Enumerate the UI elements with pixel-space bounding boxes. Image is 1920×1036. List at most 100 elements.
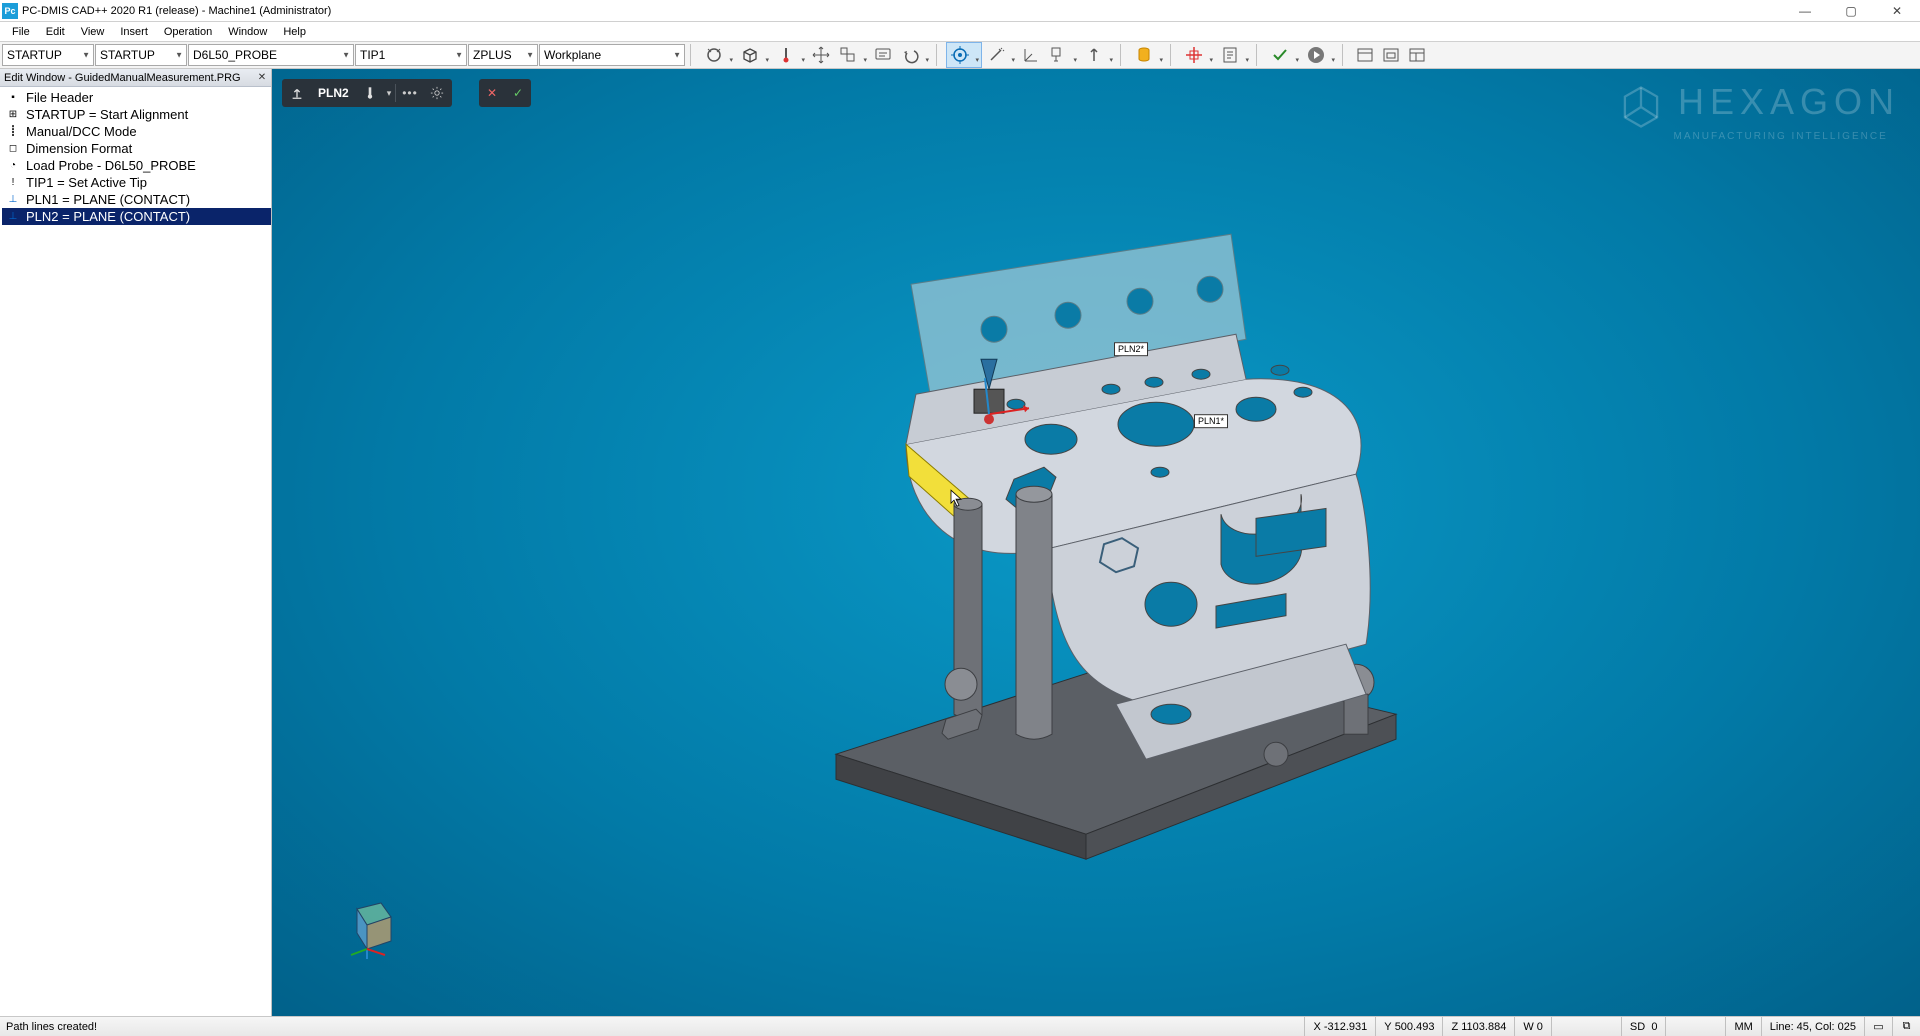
tree-item: ◻Dimension Format xyxy=(2,140,271,157)
callout-pln1[interactable]: PLN1* xyxy=(1194,414,1228,428)
toolbar-separator xyxy=(936,44,942,66)
tb-undo-icon[interactable]: ▾ xyxy=(896,42,932,68)
feature-floatbar: PLN2 ▾ ••• xyxy=(282,79,452,107)
status-sd: SD 0 xyxy=(1621,1017,1666,1036)
app-icon: Pc xyxy=(2,3,18,19)
floatbar-cancel-icon[interactable]: ✕ xyxy=(479,81,505,105)
tb-window1-icon[interactable] xyxy=(1352,42,1378,68)
status-coord-z: Z 1103.884 xyxy=(1442,1017,1514,1036)
combo-probe[interactable]: D6L50_PROBE▼ xyxy=(188,44,354,66)
edit-window-header[interactable]: Edit Window - GuidedManualMeasurement.PR… xyxy=(0,69,271,87)
floatbar-more-icon[interactable]: ••• xyxy=(396,81,424,105)
edit-window-close-icon[interactable]: ✕ xyxy=(255,70,269,84)
tree-item: ◔Load Probe - D6L50_PROBE xyxy=(2,157,271,174)
menu-window[interactable]: Window xyxy=(220,24,275,40)
status-blank xyxy=(1551,1017,1621,1036)
main-area: Edit Window - GuidedManualMeasurement.PR… xyxy=(0,69,1920,1016)
menu-file[interactable]: File xyxy=(4,24,38,40)
menu-insert[interactable]: Insert xyxy=(112,24,156,40)
close-button[interactable]: ✕ xyxy=(1874,0,1920,22)
tb-datum-icon[interactable]: ▾ xyxy=(1044,42,1080,68)
minimize-button[interactable]: — xyxy=(1782,0,1828,22)
floatbar-accept-icon[interactable]: ✓ xyxy=(505,81,531,105)
combo-workplane[interactable]: Workplane▼ xyxy=(539,44,685,66)
combo-workplane-axis[interactable]: ZPLUS▼ xyxy=(468,44,538,66)
tree-item: ⊞STARTUP = Start Alignment xyxy=(2,106,271,123)
plane-icon: ⊥ xyxy=(6,193,20,207)
tb-comment-icon[interactable] xyxy=(870,42,896,68)
menu-edit[interactable]: Edit xyxy=(38,24,73,40)
feature-floatbar-actions: ✕ ✓ xyxy=(479,79,531,107)
combo-alignment-2[interactable]: STARTUP▼ xyxy=(95,44,187,66)
mode-icon: ┋ xyxy=(6,125,20,139)
tb-move-icon[interactable] xyxy=(808,42,834,68)
file-icon: ▪ xyxy=(6,91,20,105)
tb-window2-icon[interactable] xyxy=(1378,42,1404,68)
probe-icon: ◔ xyxy=(6,159,20,173)
maximize-button[interactable]: ▢ xyxy=(1828,0,1874,22)
align-icon: ⊞ xyxy=(6,108,20,122)
plane-icon: ⊥ xyxy=(6,210,20,224)
status-message: Path lines created! xyxy=(0,1021,1304,1033)
title-bar: Pc PC-DMIS CAD++ 2020 R1 (release) - Mac… xyxy=(0,0,1920,22)
tree-item: ⊥PLN1 = PLANE (CONTACT) xyxy=(2,191,271,208)
tip-icon: ! xyxy=(6,176,20,190)
tree-item-selected: ⊥PLN2 = PLANE (CONTACT) xyxy=(2,208,271,225)
menu-help[interactable]: Help xyxy=(275,24,314,40)
combo-alignment-1[interactable]: STARTUP▼ xyxy=(2,44,94,66)
status-coord-y: Y 500.493 xyxy=(1375,1017,1442,1036)
status-coord-x: X -312.931 xyxy=(1304,1017,1375,1036)
menu-bar: File Edit View Insert Operation Window H… xyxy=(0,22,1920,42)
tb-align-icon[interactable]: ▾ xyxy=(834,42,870,68)
tb-window3-icon[interactable] xyxy=(1404,42,1430,68)
toolbar-separator xyxy=(1256,44,1262,66)
status-blank2 xyxy=(1665,1017,1725,1036)
dim-icon: ◻ xyxy=(6,142,20,156)
tb-feature-icon[interactable]: ▾ xyxy=(700,42,736,68)
toolbar-separator xyxy=(690,44,696,66)
cad-viewport[interactable]: PLN2 ▾ ••• ✕ ✓ HEXAGON MANUFACTURING INT… xyxy=(272,69,1920,1016)
window-title: PC-DMIS CAD++ 2020 R1 (release) - Machin… xyxy=(22,5,1782,17)
tb-probe-icon[interactable]: ▾ xyxy=(772,42,808,68)
cad-model[interactable]: PLN2* PLN1* xyxy=(716,214,1476,899)
menu-operation[interactable]: Operation xyxy=(156,24,220,40)
toolbar-separator xyxy=(1120,44,1126,66)
view-cube-icon[interactable] xyxy=(337,891,407,966)
status-units[interactable]: MM xyxy=(1725,1017,1760,1036)
callout-pln2[interactable]: PLN2* xyxy=(1114,342,1148,356)
status-btn1[interactable]: ▭ xyxy=(1864,1017,1892,1036)
floatbar-feature-name[interactable]: PLN2 xyxy=(310,81,357,105)
tb-target-icon[interactable]: ▾ xyxy=(946,42,982,68)
menu-view[interactable]: View xyxy=(73,24,113,40)
tb-check-icon[interactable]: ▾ xyxy=(1266,42,1302,68)
tb-uparrow-icon[interactable]: ▾ xyxy=(1080,42,1116,68)
status-btn2[interactable]: ⧉ xyxy=(1892,1017,1920,1036)
tb-grid-icon[interactable]: ▾ xyxy=(1180,42,1216,68)
status-line-col: Line: 45, Col: 025 xyxy=(1761,1017,1864,1036)
tb-cylinder-icon[interactable]: ▾ xyxy=(1130,42,1166,68)
tb-report-icon[interactable]: ▾ xyxy=(1216,42,1252,68)
tb-play-icon[interactable]: ▾ xyxy=(1302,42,1338,68)
edit-window-panel: Edit Window - GuidedManualMeasurement.PR… xyxy=(0,69,272,1016)
status-bar: Path lines created! X -312.931 Y 500.493… xyxy=(0,1016,1920,1036)
status-coord-w: W 0 xyxy=(1514,1017,1551,1036)
tree-item: ┋Manual/DCC Mode xyxy=(2,123,271,140)
floatbar-gear-icon[interactable] xyxy=(424,81,450,105)
toolbar-row: STARTUP▼ STARTUP▼ D6L50_PROBE▼ TIP1▼ ZPL… xyxy=(0,42,1920,69)
tree-item: ▪File Header xyxy=(2,89,271,106)
edit-window-title: Edit Window - GuidedManualMeasurement.PR… xyxy=(4,72,241,84)
floatbar-upload-icon[interactable] xyxy=(284,81,310,105)
mouse-cursor-icon xyxy=(950,489,964,507)
hexagon-watermark: HEXAGON MANUFACTURING INTELLIGENCE xyxy=(1618,81,1901,142)
tb-cube-icon[interactable]: ▾ xyxy=(736,42,772,68)
combo-tip[interactable]: TIP1▼ xyxy=(355,44,467,66)
tree-item: !TIP1 = Set Active Tip xyxy=(2,174,271,191)
tb-axes-icon[interactable] xyxy=(1018,42,1044,68)
floatbar-probe-icon[interactable] xyxy=(357,81,383,105)
program-tree[interactable]: ▪File Header ⊞STARTUP = Start Alignment … xyxy=(0,87,271,225)
toolbar-separator xyxy=(1170,44,1176,66)
floatbar-dropdown-icon[interactable]: ▾ xyxy=(383,81,396,105)
tb-wand-icon[interactable]: ▾ xyxy=(982,42,1018,68)
window-controls: — ▢ ✕ xyxy=(1782,0,1920,22)
toolbar-separator xyxy=(1342,44,1348,66)
